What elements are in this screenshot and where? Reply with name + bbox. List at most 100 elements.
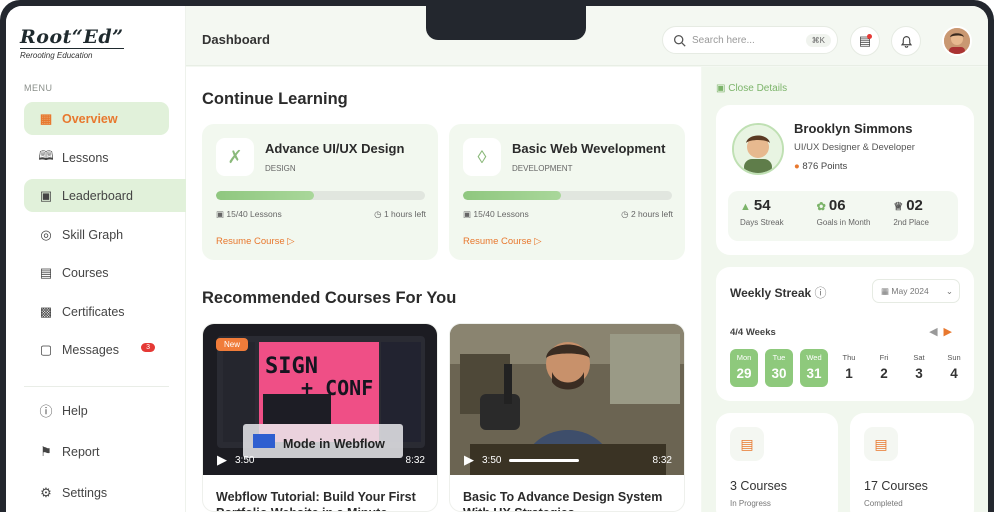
search-icon: [673, 34, 686, 47]
sidebar-item-label: Help: [62, 403, 88, 418]
clock-icon: ◷: [621, 209, 631, 219]
info-icon: ⓘ: [814, 286, 827, 300]
document-icon: ▤: [39, 264, 53, 280]
resume-course-link[interactable]: Resume Course ▷: [463, 236, 542, 247]
day-date: 1: [845, 366, 853, 381]
sidebar-item-settings[interactable]: ⚙ Settings: [24, 476, 169, 509]
video-controls: ▶ 3:50 8:32: [203, 445, 437, 475]
book-icon: ▤: [730, 427, 764, 461]
profile-role: UI/UX Designer & Developer: [794, 142, 915, 153]
flag-icon: ⚑: [40, 443, 52, 459]
sidebar-item-label: Certificates: [62, 304, 125, 319]
sidebar-item-courses[interactable]: ▤ Courses: [24, 256, 169, 289]
close-icon: ▣: [716, 83, 729, 94]
play-icon[interactable]: ▶: [464, 452, 474, 468]
monitor-icon: ▣: [39, 187, 53, 203]
course-category: DESIGN: [265, 164, 296, 173]
chevron-right-icon[interactable]: ▶: [944, 326, 958, 338]
calendar-icon: ▦: [881, 285, 892, 296]
course-title: Basic Web Wevelopment: [512, 141, 666, 156]
sidebar-item-label: Leaderboard: [62, 188, 133, 203]
day-date: 3: [915, 366, 923, 381]
sidebar-item-help[interactable]: ⓘ Help: [24, 394, 169, 427]
streak-day[interactable]: Thu 1: [835, 349, 863, 387]
stat-goals: ✿ 06 Goals in Month: [816, 197, 871, 227]
book-icon: ▤: [864, 427, 898, 461]
brand-logo[interactable]: Root“Ed” Rerooting Education: [20, 26, 124, 60]
in-progress-count: 3 Courses: [730, 479, 787, 493]
day-name: Fri: [879, 353, 889, 362]
video-scrubber[interactable]: [509, 458, 580, 462]
course-card-web[interactable]: ◊ Basic Web Wevelopment DEVELOPMENT ▣ 15…: [449, 124, 685, 260]
streak-day[interactable]: Mon 29: [730, 349, 758, 387]
sidebar-item-lessons[interactable]: 🕮 Lessons: [24, 141, 169, 174]
course-lessons: ▣ 15/40 Lessons: [216, 209, 282, 219]
month-select[interactable]: ▦ May 2024 ⌄: [872, 279, 960, 303]
profile-stats: ▲ 54 Days Streak ✿ 06 Goals in Month ♕ 02 2…: [728, 191, 958, 241]
video-title: Basic To Advance Design System With UX S…: [463, 490, 663, 511]
device-frame: Root“Ed” Rerooting Education MENU ▦ Over…: [0, 0, 994, 512]
sidebar-item-skill-graph[interactable]: ◎ Skill Graph: [24, 218, 169, 251]
course-progress-bar: [216, 191, 425, 200]
streak-day[interactable]: Fri 2: [870, 349, 898, 387]
streak-day[interactable]: Wed 31: [800, 349, 828, 387]
sidebar-item-leaderboard[interactable]: ▣ Leaderboard: [24, 179, 186, 212]
chevron-down-icon: ⌄: [945, 285, 953, 296]
weekly-streak-card: Weekly Streak ⓘ ▦ May 2024 ⌄ 4/4 Weeks ◀▶…: [716, 267, 974, 401]
sidebar-item-certificates[interactable]: ▩ Certificates: [24, 295, 169, 328]
page-title: Dashboard: [202, 32, 270, 47]
fire-icon: ▲: [740, 201, 751, 213]
chat-button[interactable]: ▤: [850, 26, 880, 56]
camera-notch: [426, 6, 586, 40]
user-avatar[interactable]: [942, 26, 972, 56]
profile-name: Brooklyn Simmons: [794, 121, 913, 136]
messages-count-badge: 3: [141, 343, 155, 352]
day-date: 31: [806, 366, 822, 381]
app-screen: Root“Ed” Rerooting Education MENU ▦ Over…: [6, 6, 988, 512]
chevron-left-icon[interactable]: ◀: [929, 326, 943, 338]
sidebar-item-label: Skill Graph: [62, 227, 124, 242]
course-time-left: ◷ 2 hours left: [621, 209, 673, 219]
in-progress-card[interactable]: ▤ 3 Courses In Progress: [716, 413, 838, 512]
video-duration: 8:32: [652, 454, 672, 466]
course-title: Advance UI/UX Design: [265, 141, 405, 156]
html5-icon: ◊: [463, 138, 501, 176]
streak-day[interactable]: Tue 30: [765, 349, 793, 387]
day-name: Sat: [913, 353, 925, 362]
search-shortcut: ⌘K: [805, 33, 831, 47]
play-icon[interactable]: ▶: [217, 452, 227, 468]
pen-tool-icon: ✗: [216, 138, 254, 176]
brand-name: Root“Ed”: [20, 26, 124, 49]
streak-day[interactable]: Sat 3: [905, 349, 933, 387]
stat-days-streak: ▲ 54 Days Streak: [740, 197, 784, 227]
resume-course-link[interactable]: Resume Course ▷: [216, 236, 295, 247]
new-badge: New: [216, 338, 249, 351]
course-category: DEVELOPMENT: [512, 164, 573, 173]
certificate-icon: ▩: [39, 303, 53, 319]
video-duration: 8:32: [405, 454, 425, 466]
video-card-design-system[interactable]: ▶ 3:50 8:32 Basic To Advance Design Syst…: [449, 323, 685, 512]
course-card-uiux[interactable]: ✗ Advance UI/UX Design DESIGN ▣ 15/40 Le…: [202, 124, 438, 260]
video-current-time: 3:50: [482, 454, 502, 466]
day-name: Sun: [947, 353, 961, 362]
search-input[interactable]: Search here... ⌘K: [662, 26, 838, 54]
sidebar-item-label: Messages: [62, 342, 119, 357]
video-thumbnail[interactable]: ▶ 3:50 8:32: [450, 324, 684, 475]
sidebar-item-label: Overview: [62, 111, 118, 126]
completed-card[interactable]: ▤ 17 Courses Completed: [850, 413, 974, 512]
sidebar-item-overview[interactable]: ▦ Overview: [24, 102, 169, 135]
video-controls: ▶ 3:50 8:32: [450, 445, 684, 475]
video-card-webflow[interactable]: SIGN + CONF Mode in Webflow New ▶ 3:50 8…: [202, 323, 438, 512]
sidebar-item-report[interactable]: ⚑ Report: [24, 435, 169, 468]
continue-learning-title: Continue Learning: [202, 90, 348, 108]
grid-icon: ▦: [39, 110, 53, 126]
streak-day[interactable]: Sun 4: [940, 349, 968, 387]
info-icon: ⓘ: [39, 404, 53, 419]
bell-icon: [900, 35, 912, 48]
notifications-button[interactable]: [891, 26, 921, 56]
brand-tagline: Rerooting Education: [20, 51, 93, 60]
sidebar-item-messages[interactable]: ▢ Messages 3: [24, 333, 169, 366]
video-thumbnail[interactable]: SIGN + CONF Mode in Webflow New ▶ 3:50 8…: [203, 324, 437, 475]
close-details-button[interactable]: ▣ Close Details: [716, 83, 787, 94]
completed-label: Completed: [864, 499, 903, 508]
